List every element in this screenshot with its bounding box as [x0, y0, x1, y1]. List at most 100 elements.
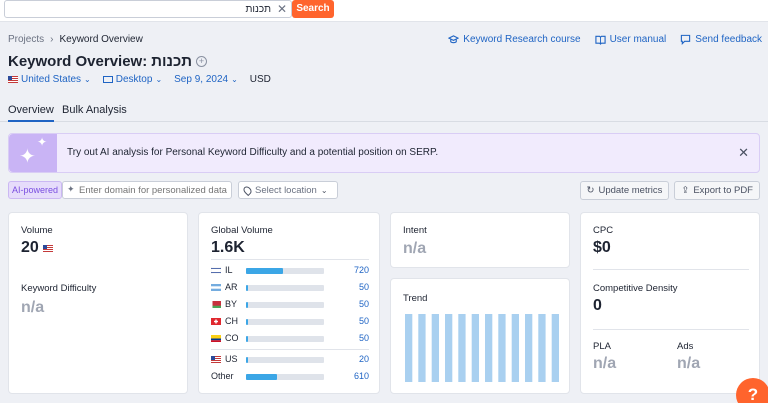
trend-bar[interactable] [538, 314, 546, 382]
country-code: CO [225, 333, 239, 343]
ai-powered-badge: AI-powered [8, 181, 63, 199]
send-feedback-link[interactable]: Send feedback [680, 34, 762, 45]
update-metrics-button[interactable]: ↻ Update metrics [579, 181, 670, 200]
trend-bar[interactable] [405, 314, 413, 382]
country-volume: 50 [358, 299, 369, 309]
trend-chart [405, 314, 559, 382]
divider [593, 269, 749, 270]
user-manual-label: User manual [609, 34, 667, 45]
close-icon[interactable]: ✕ [738, 145, 749, 161]
book-icon [594, 35, 606, 45]
domain-field[interactable]: ✦ [62, 181, 233, 199]
country-volume: 20 [358, 354, 369, 364]
add-to-list-icon[interactable]: + [196, 56, 208, 67]
global-volume-label: Global Volume [211, 225, 273, 236]
divider [211, 259, 369, 260]
refresh-icon: ↻ [586, 185, 595, 196]
chevron-down-icon: ⌄ [320, 185, 328, 195]
trend-bar[interactable] [498, 314, 506, 382]
banner-prefix: Try out [67, 147, 98, 158]
banner-ai-analysis[interactable]: AI analysis [100, 147, 148, 158]
search-button[interactable]: Search [292, 0, 334, 18]
trend-bar[interactable] [445, 314, 453, 382]
volume-bar [246, 336, 324, 342]
trend-bar[interactable] [471, 314, 479, 382]
country-select[interactable]: United States ⌄ [8, 74, 91, 85]
competitive-density-label: Competitive Density [593, 283, 678, 294]
keyword-difficulty-value: n/a [21, 299, 45, 316]
divider [211, 349, 369, 350]
sparkles-icon: ✦ ✦ [9, 134, 57, 172]
country-row[interactable]: CH 50 [211, 316, 369, 328]
graduation-cap-icon [448, 35, 460, 44]
location-pin-icon [241, 184, 254, 196]
trend-bar[interactable] [458, 314, 466, 382]
country-row[interactable]: CO 50 [211, 333, 369, 345]
country-row[interactable]: IL 720 [211, 265, 369, 277]
country-code: IL [225, 265, 233, 275]
country-row[interactable]: BY 50 [211, 299, 369, 311]
ads-label: Ads [677, 341, 694, 352]
action-buttons: ↻ Update metrics ⇪ Export to PDF [579, 181, 760, 200]
country-code: BY [225, 299, 238, 309]
breadcrumb-projects[interactable]: Projects [8, 34, 44, 45]
cpc-label: CPC [593, 225, 614, 236]
intent-value: n/a [403, 240, 427, 257]
country-row[interactable]: AR 50 [211, 282, 369, 294]
country-volume: 50 [358, 282, 369, 292]
trend-bar[interactable] [431, 314, 439, 382]
tab-bulk-analysis[interactable]: Bulk Analysis [62, 104, 127, 116]
us-flag-icon [42, 244, 53, 252]
location-select[interactable]: Select location ⌄ [238, 181, 339, 199]
volume-bar [246, 374, 324, 380]
device-select[interactable]: Desktop ⌄ [102, 74, 163, 85]
cpc-card: CPC $0 Competitive Density 0 PLA n/a Ads… [580, 212, 760, 394]
research-course-link[interactable]: Keyword Research course [448, 34, 581, 45]
chevron-right-icon: › [50, 34, 54, 45]
ch-flag-icon [211, 318, 221, 325]
keyword-text: תכנות [151, 53, 193, 70]
search-box[interactable]: ✕ [4, 0, 292, 18]
research-course-label: Keyword Research course [463, 34, 581, 45]
trend-bar[interactable] [511, 314, 519, 382]
country-row[interactable]: Other 610 [211, 371, 369, 383]
competitive-density-value: 0 [593, 297, 602, 314]
date-select[interactable]: Sep 9, 2024 ⌄ [174, 74, 238, 85]
location-placeholder: Select location [255, 184, 317, 196]
volume-card: Volume 20 Keyword Difficulty n/a [8, 212, 188, 394]
export-pdf-button[interactable]: ⇪ Export to PDF [674, 181, 760, 200]
country-label: United States [21, 74, 82, 85]
country-code: AR [225, 282, 238, 292]
volume-bar [246, 357, 324, 363]
keyword-difficulty-label: Keyword Difficulty [21, 283, 97, 294]
co-flag-icon [211, 335, 221, 342]
export-icon: ⇪ [681, 185, 690, 196]
country-row[interactable]: US 20 [211, 354, 369, 366]
domain-input[interactable] [79, 184, 230, 196]
clear-icon[interactable]: ✕ [277, 2, 287, 16]
header-links: Keyword Research course User manual Send… [448, 34, 762, 45]
trend-bar[interactable] [485, 314, 493, 382]
country-code: CH [225, 316, 238, 326]
send-feedback-label: Send feedback [695, 34, 762, 45]
volume-bar [246, 319, 324, 325]
user-manual-link[interactable]: User manual [594, 34, 667, 45]
intent-label: Intent [403, 225, 427, 236]
help-button[interactable]: ? [736, 378, 768, 403]
search-input[interactable] [9, 2, 271, 16]
trend-bar[interactable] [418, 314, 426, 382]
ai-banner: ✦ ✦ Try out AI analysis for Personal Key… [8, 133, 760, 173]
pla-label: PLA [593, 341, 611, 352]
volume-bar [246, 268, 324, 274]
chevron-down-icon: ⌄ [155, 75, 163, 84]
tab-overview[interactable]: Overview [8, 104, 54, 122]
volume-number: 20 [21, 239, 39, 256]
desktop-icon [102, 76, 113, 83]
country-volume: 610 [353, 371, 369, 381]
sparkle-icon: ✦ [67, 184, 75, 194]
device-label: Desktop [115, 74, 153, 85]
trend-bar[interactable] [525, 314, 533, 382]
global-volume-card: Global Volume 1.6K IL 720 AR 50 BY 50 CH… [198, 212, 380, 394]
trend-bar[interactable] [551, 314, 559, 382]
country-volume: 50 [358, 333, 369, 343]
